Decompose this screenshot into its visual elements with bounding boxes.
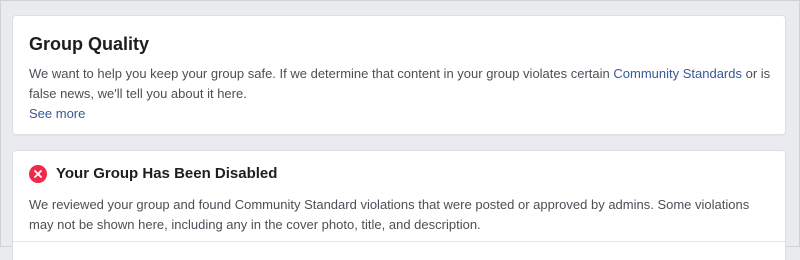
group-disabled-description: We reviewed your group and found Communi… xyxy=(29,197,750,232)
group-quality-card: Group Quality We want to help you keep y… xyxy=(12,15,786,135)
community-standards-link[interactable]: Community Standards xyxy=(613,66,742,81)
see-more-link[interactable]: See more xyxy=(29,104,85,124)
group-quality-description-text: We want to help you keep your group safe… xyxy=(29,66,614,81)
group-quality-description: We want to help you keep your group safe… xyxy=(29,64,774,104)
group-quality-title: Group Quality xyxy=(29,34,150,54)
card-divider xyxy=(13,241,785,242)
close-x-glyph xyxy=(34,170,42,178)
status-header: Your Group Has Been Disabled xyxy=(29,164,277,184)
error-circle-icon xyxy=(29,165,47,183)
group-disabled-card: Your Group Has Been Disabled We reviewed… xyxy=(12,150,786,260)
group-disabled-title: Your Group Has Been Disabled xyxy=(56,165,278,182)
